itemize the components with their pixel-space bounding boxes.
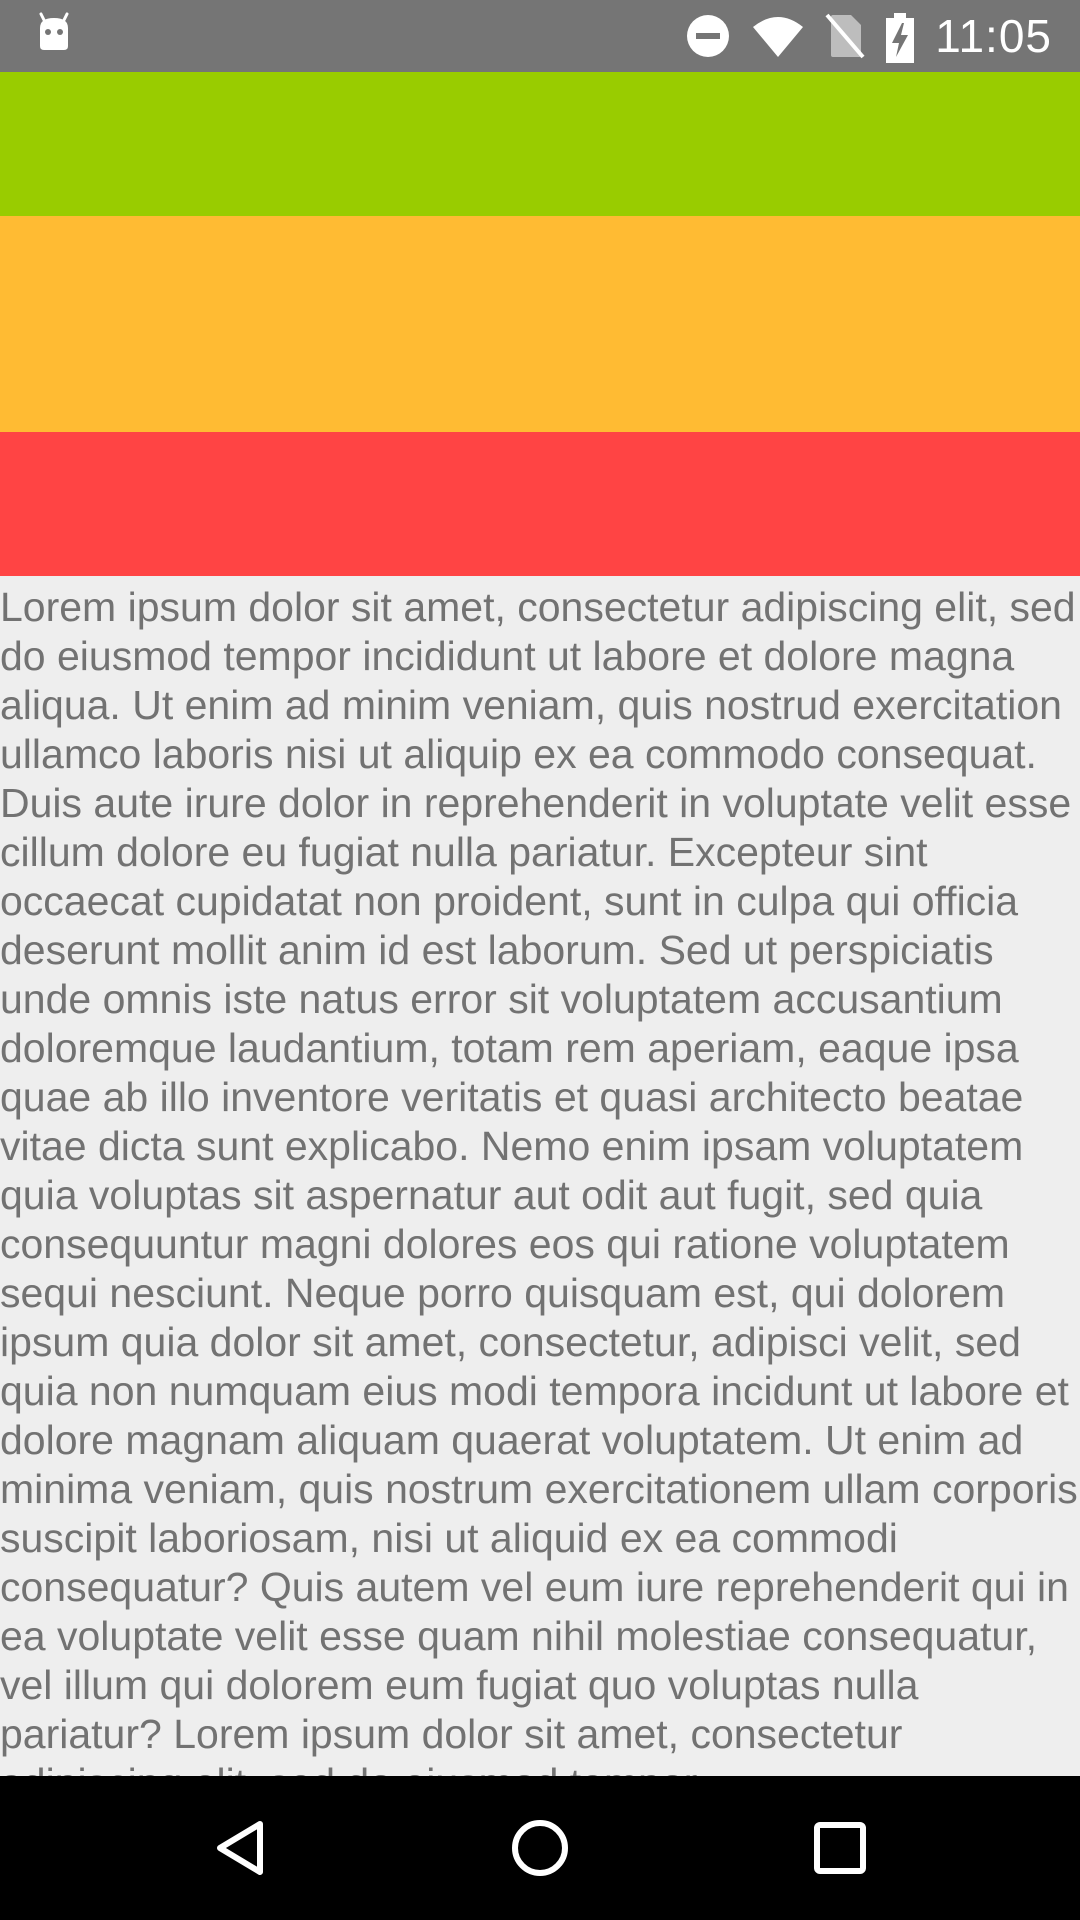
back-icon	[217, 1821, 263, 1875]
do-not-disturb-icon	[685, 13, 731, 59]
recents-icon	[814, 1822, 866, 1874]
orange-band	[0, 216, 1080, 432]
status-time: 11:05	[935, 10, 1052, 62]
wifi-icon	[751, 13, 805, 59]
red-band	[0, 432, 1080, 576]
app-screen: 11:05 Lorem ipsum dolor sit amet, consec…	[0, 0, 1080, 1920]
android-debug-icon	[36, 12, 72, 52]
home-button[interactable]	[504, 1812, 576, 1884]
no-sim-icon	[825, 13, 865, 59]
navigation-bar	[0, 1776, 1080, 1920]
battery-charging-icon	[885, 13, 915, 63]
scroll-content[interactable]: Lorem ipsum dolor sit amet, consectetur …	[0, 576, 1080, 1776]
green-band	[0, 72, 1080, 216]
back-button[interactable]	[204, 1812, 276, 1884]
lorem-ipsum-text: Lorem ipsum dolor sit amet, consectetur …	[0, 584, 1078, 1776]
home-icon	[512, 1820, 568, 1876]
status-bar: 11:05	[0, 0, 1080, 72]
status-icons: 11:05	[685, 0, 1052, 72]
recents-button[interactable]	[804, 1812, 876, 1884]
